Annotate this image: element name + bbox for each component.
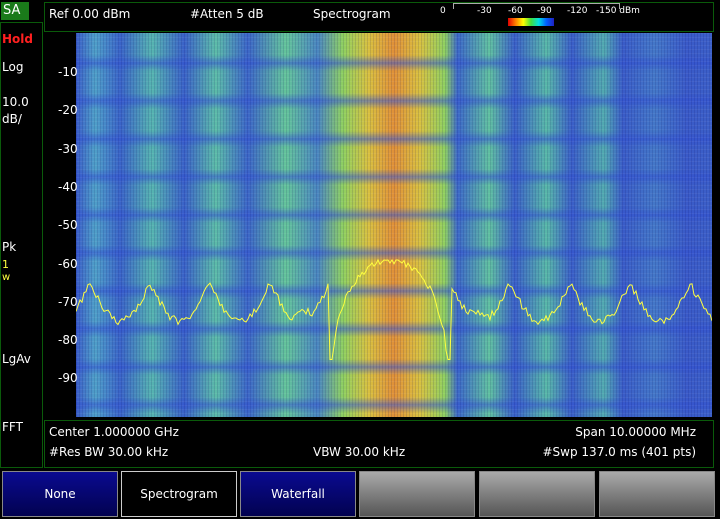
trace-mode: w [2,272,10,283]
scale-tick: 0 [440,6,446,16]
softkey-spectrogram[interactable]: Spectrogram [121,471,237,517]
sweep-type: FFT [2,420,23,434]
y-tick-label: -60 [58,257,78,271]
softkey-6[interactable] [599,471,715,517]
scale-type: Log [2,60,23,74]
scale-tick: -60 [508,6,523,16]
y-tick-label: -30 [58,142,78,156]
trace-line [76,260,712,360]
y-tick-label: -90 [58,371,78,385]
average-type: LgAv [2,352,31,366]
scale-tick: -30 [477,6,492,16]
y-tick-label: -50 [58,218,78,232]
softkey-none[interactable]: None [2,471,118,517]
y-tick-label: -20 [58,103,78,117]
scale-tick: -120 [567,6,587,16]
trace-number: 1 [2,258,9,271]
softkey-5[interactable] [479,471,595,517]
y-tick-label: -40 [58,180,78,194]
softkey-4[interactable] [359,471,475,517]
view-name: Spectrogram [313,7,391,21]
scale-tick: -90 [537,6,552,16]
y-tick-label: -80 [58,333,78,347]
scale-div-value: 10.0 [2,95,29,109]
hold-indicator: Hold [2,32,33,46]
color-scale-ticks: 0 -30 -60 -90 -120 -150 dBm [440,6,660,18]
scale-tick: -150 dBm [596,6,640,16]
ref-level: Ref 0.00 dBm [49,7,130,21]
y-tick-label: -70 [58,295,78,309]
y-tick-label: -10 [58,65,78,79]
detector: Pk [2,240,16,254]
mode-indicator: SA [1,2,29,20]
vbw: VBW 30.00 kHz [313,445,405,459]
color-scale-bar [508,18,554,26]
spectrogram-plot [76,33,712,417]
span: Span 10.00000 MHz [575,425,696,439]
trace-svg [76,33,712,417]
scale-div-unit: dB/ [2,112,22,126]
attenuation: #Atten 5 dB [190,7,264,21]
softkey-waterfall[interactable]: Waterfall [240,471,356,517]
center-frequency: Center 1.000000 GHz [49,425,179,439]
res-bw: #Res BW 30.00 kHz [49,445,168,459]
sweep-time: #Swp 137.0 ms (401 pts) [543,445,697,459]
